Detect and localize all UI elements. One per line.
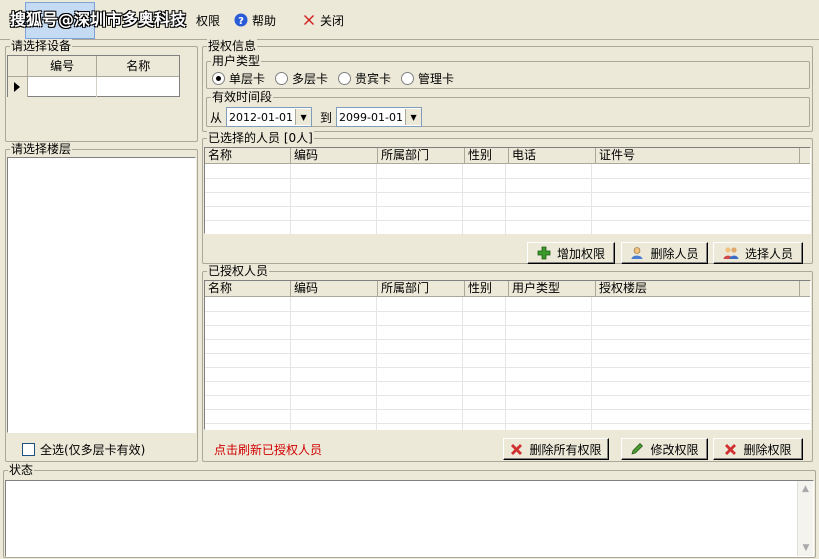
selected-people-panel: 已选择的人员 [0人] 名称 编码 所属部门 性别 电话 证件号 增加权限 删除… <box>202 131 813 264</box>
radio-admin-card[interactable]: 管理卡 <box>401 70 454 87</box>
toolbar-divider <box>0 39 819 40</box>
col-code[interactable]: 编码 <box>291 148 378 163</box>
radio-single-card[interactable]: 单层卡 <box>212 70 265 87</box>
user-type-options: 单层卡 多层卡 贵宾卡 管理卡 <box>212 70 454 87</box>
refresh-authorized-link[interactable]: 点击刷新已授权人员 <box>214 441 322 458</box>
user-type-group: 用户类型 单层卡 多层卡 贵宾卡 管理卡 <box>206 54 810 89</box>
radio-multi-card[interactable]: 多层卡 <box>275 70 328 87</box>
to-label: 到 <box>320 110 333 125</box>
radio-admin-label: 管理卡 <box>418 72 455 86</box>
radio-vip-dot[interactable] <box>338 72 352 85</box>
select-all-box[interactable] <box>22 443 35 456</box>
col-id-number[interactable]: 证件号 <box>596 148 800 163</box>
col-department[interactable]: 所属部门 <box>378 148 465 163</box>
delete-icon <box>725 443 737 455</box>
radio-single-label: 单层卡 <box>229 72 266 86</box>
col-gender[interactable]: 性别 <box>465 281 509 296</box>
toolbar-authorize-label: 权限 <box>196 13 221 28</box>
pencil-icon <box>631 443 644 455</box>
toolbar-authorize-button[interactable]: 权限 <box>196 9 220 31</box>
radio-vip-label: 贵宾卡 <box>355 72 392 86</box>
grid-lines <box>205 164 810 234</box>
select-all-label: 全选(仅多层卡有效) <box>40 443 146 457</box>
col-phone[interactable]: 电话 <box>509 148 596 163</box>
validity-row: 从 2012-01-01 ▼ 到 2099-01-01 ▼ <box>210 107 423 127</box>
floor-panel-title: 请选择楼层 <box>10 142 73 156</box>
validity-group: 有效时间段 从 2012-01-01 ▼ 到 2099-01-01 ▼ <box>206 90 810 127</box>
col-department[interactable]: 所属部门 <box>378 281 465 296</box>
modify-permission-label: 修改权限 <box>650 442 699 457</box>
validity-title: 有效时间段 <box>211 90 274 104</box>
add-permission-label: 增加权限 <box>556 246 605 261</box>
selected-people-header: 名称 编码 所属部门 性别 电话 证件号 <box>205 148 810 164</box>
help-icon: ? <box>234 13 248 27</box>
chevron-down-icon[interactable]: ▼ <box>405 109 422 125</box>
selected-people-title: 已选择的人员 [0人] <box>207 131 314 145</box>
grid-lines <box>205 297 810 430</box>
auth-info-panel: 授权信息 用户类型 单层卡 多层卡 贵宾卡 管理卡 有效时间段 从 2012-0… <box>202 39 813 132</box>
select-person-label: 选择人员 <box>744 246 793 261</box>
delete-permission-label: 删除权限 <box>743 442 792 457</box>
watermark-text: 搜狐号@深圳市多奥科技 <box>10 10 187 29</box>
delete-person-label: 删除人员 <box>650 246 699 261</box>
delete-permission-button[interactable]: 删除权限 <box>713 438 803 460</box>
close-icon <box>302 13 316 27</box>
end-date-value: 2099-01-01 <box>339 110 403 124</box>
device-grid[interactable]: 编号 名称 <box>7 55 180 97</box>
authorized-people-header: 名称 编码 所属部门 性别 用户类型 授权楼层 <box>205 281 810 297</box>
toolbar-help-label: 帮助 <box>252 13 277 28</box>
status-panel: 状态 ▲ ▼ <box>3 463 816 558</box>
radio-vip-card[interactable]: 贵宾卡 <box>338 70 391 87</box>
add-permission-button[interactable]: 增加权限 <box>527 242 615 264</box>
user-group-icon <box>723 247 739 259</box>
radio-multi-dot[interactable] <box>275 72 289 85</box>
authorized-people-title: 已授权人员 <box>207 264 270 278</box>
plus-icon <box>537 246 551 260</box>
toolbar-close-label: 关闭 <box>320 13 345 28</box>
auth-info-title: 授权信息 <box>207 39 258 53</box>
col-name[interactable]: 名称 <box>205 148 291 163</box>
delete-person-button[interactable]: 删除人员 <box>621 242 708 264</box>
start-date-value: 2012-01-01 <box>229 110 293 124</box>
floor-panel: 请选择楼层 全选(仅多层卡有效) <box>5 142 198 462</box>
user-remove-icon <box>631 247 643 259</box>
scroll-up-icon[interactable]: ▲ <box>798 481 813 497</box>
device-grid-row[interactable] <box>8 77 179 97</box>
floor-list[interactable] <box>7 157 196 433</box>
status-title: 状态 <box>8 463 35 477</box>
selected-people-grid[interactable]: 名称 编码 所属部门 性别 电话 证件号 <box>204 147 811 234</box>
from-label: 从 <box>210 110 223 125</box>
chevron-down-icon[interactable]: ▼ <box>295 109 312 125</box>
start-date-select[interactable]: 2012-01-01 ▼ <box>226 107 313 127</box>
delete-all-permissions-label: 删除所有权限 <box>529 442 602 457</box>
scroll-down-icon[interactable]: ▼ <box>798 540 814 556</box>
col-user-type[interactable]: 用户类型 <box>509 281 596 296</box>
svg-text:?: ? <box>238 16 244 27</box>
toolbar-close-button[interactable]: 关闭 <box>302 9 344 31</box>
modify-permission-button[interactable]: 修改权限 <box>621 438 708 460</box>
end-date-select[interactable]: 2099-01-01 ▼ <box>336 107 423 127</box>
device-panel: 请选择设备 编号 名称 <box>5 39 198 142</box>
user-type-title: 用户类型 <box>211 54 262 68</box>
col-name[interactable]: 名称 <box>205 281 291 296</box>
authorized-people-panel: 已授权人员 名称 编码 所属部门 性别 用户类型 授权楼层 点击刷新已授权人员 … <box>202 264 813 462</box>
device-col-name: 名称 <box>126 59 151 73</box>
col-code[interactable]: 编码 <box>291 281 378 296</box>
toolbar-help-button[interactable]: ? 帮助 <box>234 9 276 31</box>
col-gender[interactable]: 性别 <box>465 148 509 163</box>
authorized-people-grid[interactable]: 名称 编码 所属部门 性别 用户类型 授权楼层 <box>204 280 811 430</box>
device-col-id: 编号 <box>28 56 98 76</box>
radio-single-dot[interactable] <box>212 72 225 85</box>
select-person-button[interactable]: 选择人员 <box>713 242 803 264</box>
select-all-checkbox[interactable]: 全选(仅多层卡有效) <box>22 441 145 458</box>
radio-multi-label: 多层卡 <box>292 72 329 86</box>
delete-all-permissions-button[interactable]: 删除所有权限 <box>503 438 609 460</box>
status-scrollbar[interactable]: ▲ ▼ <box>797 481 813 556</box>
device-panel-title: 请选择设备 <box>10 39 73 53</box>
radio-admin-dot[interactable] <box>401 72 415 85</box>
delete-icon <box>511 443 523 455</box>
status-textarea[interactable]: ▲ ▼ <box>5 480 814 557</box>
col-authorized-floors[interactable]: 授权楼层 <box>596 281 800 296</box>
row-pointer-icon <box>8 77 28 97</box>
